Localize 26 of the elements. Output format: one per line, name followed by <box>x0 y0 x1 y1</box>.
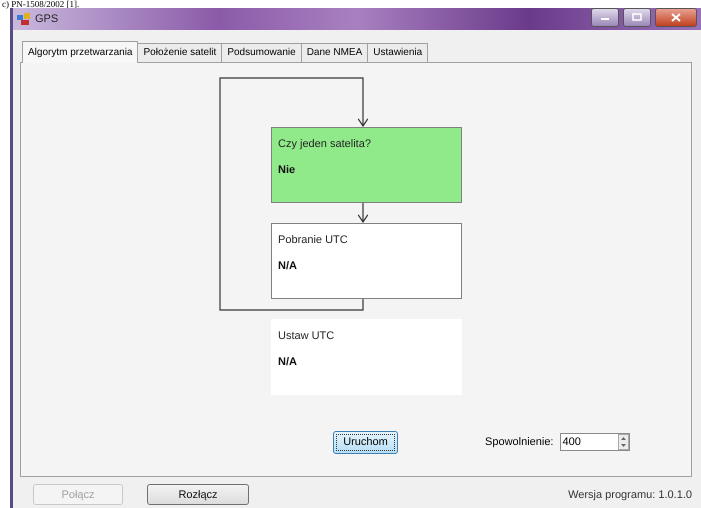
tab[interactable]: Podsumowanie <box>221 43 302 62</box>
close-icon <box>671 12 681 22</box>
tab[interactable]: Dane NMEA <box>300 43 368 62</box>
step-title: Pobranie UTC <box>278 234 349 246</box>
flow-arrow <box>358 203 368 223</box>
tab[interactable]: Ustawienia <box>367 43 428 62</box>
step-value: Nie <box>278 164 296 176</box>
delay-label: Spowolnienie: <box>485 436 554 448</box>
version-label: Wersja programu: 1.0.1.0 <box>568 488 692 500</box>
tab[interactable]: Położenie satelit <box>137 43 222 62</box>
step-value: N/A <box>278 356 298 368</box>
step-title: Ustaw UTC <box>278 330 336 342</box>
delay-field[interactable]: 400 <box>560 433 630 451</box>
maximize-button[interactable] <box>623 8 651 26</box>
maximize-icon <box>632 13 642 21</box>
run-button[interactable]: Uruchom <box>333 430 398 454</box>
step-title: Czy jeden satelita? <box>278 138 372 150</box>
close-button[interactable] <box>655 8 697 26</box>
disconnect-button[interactable]: Rozłącz <box>147 484 249 505</box>
window-title: GPS <box>35 13 60 25</box>
minimize-button[interactable] <box>591 8 619 26</box>
app-icon <box>17 13 31 25</box>
spinner-icon[interactable] <box>618 434 628 450</box>
step-value: N/A <box>278 260 298 272</box>
tab[interactable]: Algorytm przetwarzania <box>22 41 138 63</box>
caption-text: c) PN-1508/2002 [1]. <box>1 0 80 8</box>
